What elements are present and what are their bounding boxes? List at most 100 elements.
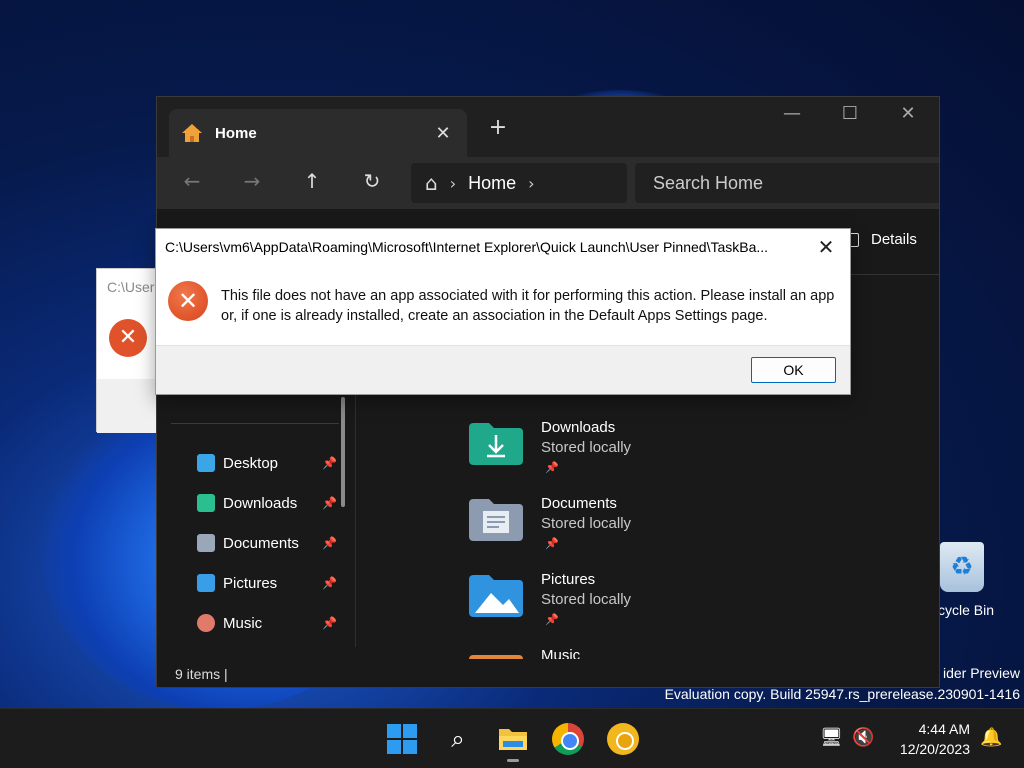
watermark-line2: Evaluation copy. Build 25947.rs_prerelea… bbox=[664, 686, 1020, 702]
error-dialog: C:\Users\vm6\AppData\Roaming\Microsoft\I… bbox=[155, 228, 851, 395]
documents-folder-icon bbox=[469, 499, 523, 541]
folder-name: Downloads bbox=[541, 419, 616, 436]
breadcrumb-separator: › bbox=[449, 173, 457, 193]
recycle-bin-label: cycle Bin bbox=[938, 602, 995, 618]
downloads-icon bbox=[197, 494, 215, 512]
background-error-dialog: C:\Users ✕ bbox=[96, 268, 157, 433]
navigation-scrollbar[interactable] bbox=[341, 397, 345, 507]
dialog-title: C:\Users\vm6\AppData\Roaming\Microsoft\I… bbox=[165, 239, 769, 255]
desktop-icon bbox=[197, 454, 215, 472]
folder-downloads[interactable]: Downloads Stored locally 📌 bbox=[467, 419, 727, 479]
breadcrumb-chevron[interactable]: › bbox=[528, 174, 534, 193]
folder-location: Stored locally bbox=[541, 439, 632, 456]
sidebar-item-music[interactable]: Music 📌 bbox=[197, 608, 337, 638]
folder-name: Documents bbox=[541, 495, 617, 512]
folder-name: Pictures bbox=[541, 571, 596, 588]
sidebar-item-documents[interactable]: Documents 📌 bbox=[197, 528, 337, 558]
pin-icon: 📌 bbox=[322, 536, 337, 550]
background-error-icon: ✕ bbox=[109, 319, 147, 357]
music-icon bbox=[197, 614, 215, 632]
watermark-line1: ider Preview bbox=[942, 665, 1020, 681]
notification-bell-icon[interactable]: 🔔 bbox=[980, 727, 1002, 748]
clock-date: 12/20/2023 bbox=[899, 741, 970, 757]
start-logo-tile bbox=[387, 724, 401, 738]
clock-time: 4:44 AM bbox=[918, 721, 970, 737]
pane-splitter[interactable] bbox=[355, 393, 356, 647]
details-button[interactable]: Details bbox=[845, 231, 917, 248]
forward-button[interactable]: → bbox=[237, 169, 267, 197]
sidebar-item-pictures[interactable]: Pictures 📌 bbox=[197, 568, 337, 598]
explorer-titlebar: Home ✕ + — ☐ ✕ bbox=[157, 97, 939, 157]
tab-close-icon[interactable]: ✕ bbox=[431, 123, 455, 144]
folder-icon bbox=[499, 729, 527, 750]
taskbar: ⌕ 🖥 🔇 4:44 AM 12/20/2023 🔔 bbox=[0, 708, 1024, 768]
pictures-icon bbox=[197, 574, 215, 592]
breadcrumb-home[interactable]: Home bbox=[468, 173, 516, 194]
navigation-bar: ← → ↑ ↻ ⌂ › Home › Search Home bbox=[157, 157, 939, 209]
sidebar-label: Downloads bbox=[223, 494, 298, 512]
sidebar-item-downloads[interactable]: Downloads 📌 bbox=[197, 488, 337, 518]
pictures-folder-icon bbox=[469, 575, 523, 617]
sidebar-item-desktop[interactable]: Desktop 📌 bbox=[197, 448, 337, 478]
recycle-bin-icon: ♻ bbox=[940, 542, 984, 592]
pin-icon: 📌 bbox=[322, 616, 337, 630]
sidebar-label: Pictures bbox=[223, 574, 278, 592]
taskbar-search-icon[interactable]: ⌕ bbox=[442, 723, 474, 755]
new-tab-button[interactable]: + bbox=[483, 115, 513, 140]
downloads-folder-icon bbox=[469, 423, 523, 465]
background-dialog-title: C:\Users bbox=[107, 279, 157, 295]
folder-location: Stored locally bbox=[541, 515, 632, 532]
folder-documents[interactable]: Documents Stored locally 📌 bbox=[467, 495, 727, 555]
status-bar: 9 items | bbox=[157, 659, 939, 687]
dialog-body: ✕ This file does not have an app associa… bbox=[156, 265, 850, 345]
maximize-button[interactable]: ☐ bbox=[821, 103, 879, 124]
refresh-button[interactable]: ↻ bbox=[357, 169, 387, 197]
search-input[interactable]: Search Home bbox=[635, 163, 939, 203]
file-explorer-taskbar-icon[interactable] bbox=[497, 723, 529, 755]
network-icon[interactable]: 🖥 bbox=[820, 727, 843, 748]
details-label: Details bbox=[871, 231, 917, 248]
sidebar-label: Desktop bbox=[223, 454, 279, 472]
folder-music[interactable]: Music bbox=[467, 647, 727, 659]
dialog-close-button[interactable]: ✕ bbox=[814, 235, 838, 259]
start-logo-tile bbox=[403, 724, 417, 738]
address-home-icon: ⌂ bbox=[425, 171, 438, 195]
navigation-divider bbox=[171, 423, 339, 424]
up-button[interactable]: ↑ bbox=[297, 169, 327, 197]
start-button[interactable] bbox=[386, 723, 418, 755]
pin-icon: 📌 bbox=[545, 613, 559, 626]
tab-label: Home bbox=[215, 124, 257, 142]
chrome-icon[interactable] bbox=[552, 723, 584, 755]
pin-icon: 📌 bbox=[545, 461, 559, 474]
error-icon: ✕ bbox=[168, 281, 208, 321]
close-window-button[interactable]: ✕ bbox=[879, 103, 937, 124]
pin-icon: 📌 bbox=[322, 496, 337, 510]
folder-pictures[interactable]: Pictures Stored locally 📌 bbox=[467, 571, 727, 631]
folder-name: Music bbox=[541, 647, 581, 659]
back-button[interactable]: ← bbox=[177, 169, 207, 197]
window-controls: — ☐ ✕ bbox=[763, 103, 937, 124]
dialog-message: This file does not have an app associate… bbox=[221, 288, 835, 324]
address-bar[interactable]: ⌂ › Home › bbox=[411, 163, 627, 203]
active-app-indicator bbox=[507, 759, 519, 762]
pin-icon: 📌 bbox=[322, 456, 337, 470]
sidebar-label: Music bbox=[223, 614, 263, 632]
folder-location: Stored locally bbox=[541, 591, 632, 608]
documents-icon bbox=[197, 534, 215, 552]
start-logo-tile bbox=[387, 740, 401, 754]
sidebar-label: Documents bbox=[223, 534, 299, 552]
clock[interactable]: 4:44 AM 12/20/2023 bbox=[880, 719, 970, 759]
home-icon bbox=[182, 124, 202, 142]
pin-icon: 📌 bbox=[545, 537, 559, 550]
chrome-canary-icon[interactable] bbox=[607, 723, 639, 755]
pin-icon: 📌 bbox=[322, 576, 337, 590]
start-logo-tile bbox=[403, 740, 417, 754]
recycle-bin-shortcut[interactable]: ♻ cycle Bin bbox=[934, 540, 1024, 630]
background-dialog-footer bbox=[97, 379, 157, 433]
dialog-footer: OK bbox=[156, 345, 850, 394]
volume-muted-icon[interactable]: 🔇 bbox=[852, 727, 874, 748]
search-placeholder: Search Home bbox=[653, 172, 764, 193]
tab-home[interactable]: Home ✕ bbox=[169, 109, 467, 157]
ok-button[interactable]: OK bbox=[751, 357, 836, 383]
minimize-button[interactable]: — bbox=[763, 103, 821, 124]
